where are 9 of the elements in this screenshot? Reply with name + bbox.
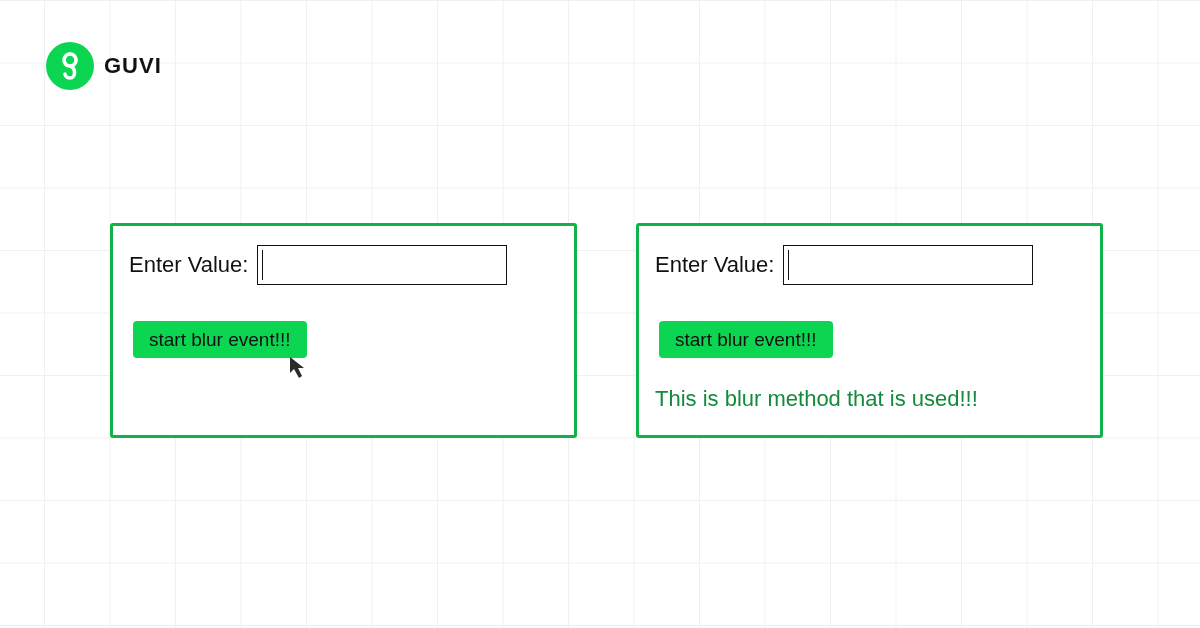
logo-icon bbox=[44, 42, 96, 90]
result-message: This is blur method that is used!!! bbox=[655, 386, 979, 412]
input-field[interactable] bbox=[783, 245, 1034, 285]
blur-button[interactable]: start blur event!!! bbox=[659, 321, 833, 358]
field-label: Enter Value: bbox=[129, 252, 249, 278]
brand-name: GUVI bbox=[104, 53, 162, 79]
blur-button[interactable]: start blur event!!! bbox=[133, 321, 307, 358]
field-label: Enter Value: bbox=[655, 252, 775, 278]
input-field[interactable] bbox=[257, 245, 508, 285]
